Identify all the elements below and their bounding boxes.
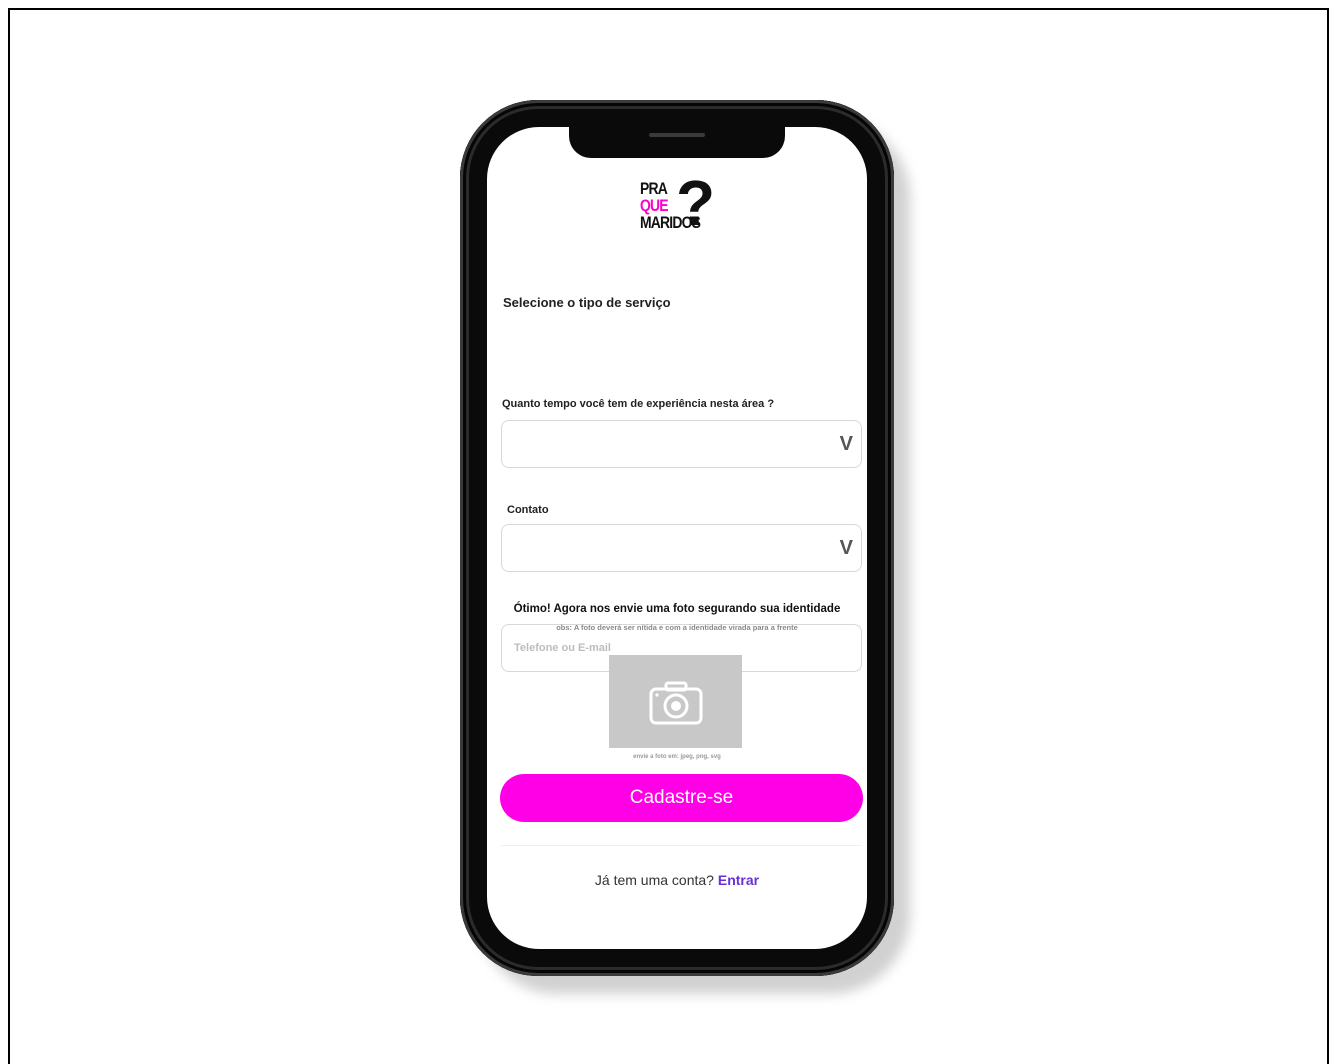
photo-instruction-note: obs: A foto deverá ser nítida e com a id… (556, 623, 798, 632)
phone-notch (569, 127, 785, 158)
service-type-label: Selecione o tipo de serviço (503, 295, 671, 310)
photo-instruction-title: Ótimo! Agora nos envie uma foto segurand… (513, 603, 841, 615)
photo-format-hint: envie a foto em: jpeg, png, svg (633, 754, 721, 760)
chevron-down-icon[interactable]: V (840, 433, 853, 456)
signup-button[interactable]: Cadastre-se (500, 774, 863, 822)
logo-question-mark: ? (676, 167, 716, 239)
service-type-select[interactable]: V (501, 420, 862, 468)
login-link[interactable]: Entrar (718, 872, 759, 888)
login-prompt-row: Já tem uma conta? Entrar (487, 872, 867, 888)
photo-upload-area[interactable] (609, 655, 742, 748)
speaker-grille (649, 133, 705, 137)
phone-mockup: PRA QUE MARIDOS ? Selecione o tipo de se… (460, 100, 894, 976)
brand-logo: PRA QUE MARIDOS ? (640, 171, 715, 249)
chevron-down-icon[interactable]: V (840, 537, 853, 560)
experience-select[interactable]: V (501, 524, 862, 572)
login-prompt-text: Já tem uma conta? (594, 872, 714, 888)
camera-icon (649, 681, 703, 725)
phone-screen: PRA QUE MARIDOS ? Selecione o tipo de se… (487, 127, 867, 949)
logo-text-que: QUE (640, 196, 669, 215)
experience-label: Quanto tempo você tem de experiência nes… (502, 398, 775, 410)
logo-text-pra: PRA (640, 179, 668, 198)
contact-label: Contato (507, 504, 549, 516)
divider (501, 845, 862, 846)
